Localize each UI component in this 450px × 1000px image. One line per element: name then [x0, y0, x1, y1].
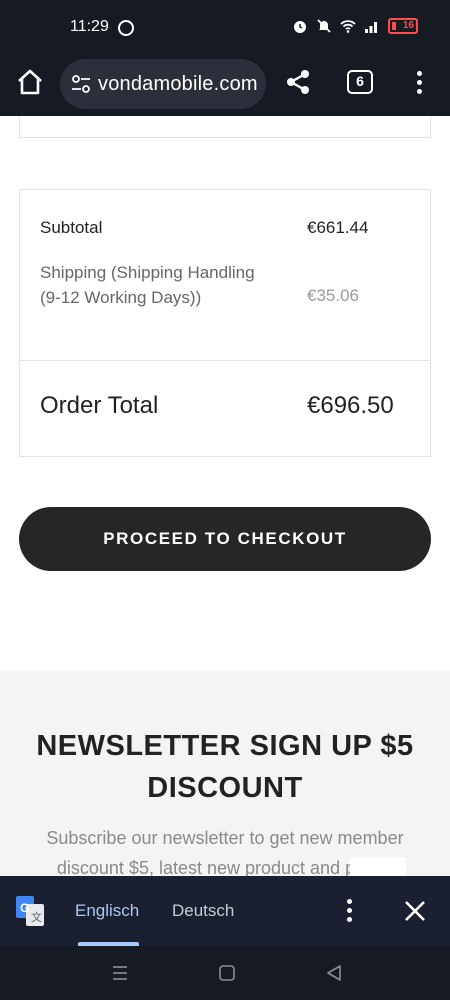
- proceed-to-checkout-button[interactable]: PROCEED TO CHECKOUT: [19, 507, 431, 571]
- status-bar: 11:29 16: [0, 0, 450, 56]
- home-icon[interactable]: [14, 66, 46, 98]
- translate-menu-icon[interactable]: [338, 898, 362, 924]
- more-menu-icon[interactable]: [408, 70, 432, 96]
- google-translate-icon: G 文: [16, 896, 44, 926]
- subtotal-value: €661.44: [307, 218, 369, 237]
- page-content: Subtotal €661.44 Shipping (Shipping Hand…: [0, 116, 450, 876]
- recent-apps-icon[interactable]: [110, 963, 130, 983]
- alarm-icon: [294, 21, 306, 33]
- back-icon[interactable]: [324, 963, 344, 983]
- battery-icon: 16: [388, 18, 418, 34]
- tab-lang-german[interactable]: Deutsch: [172, 901, 234, 921]
- url-text[interactable]: vondamobile.com: [98, 73, 258, 96]
- svg-text:文: 文: [31, 910, 42, 924]
- navigation-bar: [0, 946, 450, 1000]
- share-icon[interactable]: [284, 68, 312, 96]
- order-total-value: €696.50: [307, 392, 394, 419]
- previous-section-box: [19, 116, 431, 138]
- newsletter-section: NEWSLETTER SIGN UP $5 DISCOUNT Subscribe…: [0, 671, 450, 876]
- overlay-popup: [350, 857, 406, 876]
- home-nav-icon[interactable]: [217, 963, 237, 983]
- tab-switcher-button[interactable]: 6: [347, 70, 373, 94]
- wifi-icon: [340, 20, 356, 33]
- translate-bar: G 文 Englisch Deutsch: [0, 876, 450, 946]
- newsletter-title: NEWSLETTER SIGN UP $5 DISCOUNT: [36, 730, 414, 804]
- status-icons: 16: [292, 18, 418, 34]
- battery-level: 16: [402, 20, 414, 31]
- whatsapp-icon: [118, 20, 134, 36]
- status-time: 11:29: [70, 18, 109, 35]
- shipping-label: Shipping (Shipping Handling (9-12 Workin…: [40, 263, 255, 307]
- address-bar[interactable]: vondamobile.com: [60, 59, 266, 109]
- signal-icon: [365, 22, 377, 33]
- svg-text:G: G: [20, 901, 29, 915]
- shipping-value: €35.06: [307, 286, 359, 305]
- tab-lang-english[interactable]: Englisch: [75, 901, 139, 921]
- site-settings-icon[interactable]: [70, 73, 92, 95]
- browser-toolbar: vondamobile.com 6: [0, 56, 450, 116]
- subtotal-label: Subtotal: [40, 218, 103, 237]
- order-total-label: Order Total: [40, 392, 159, 419]
- divider: [20, 360, 430, 361]
- order-summary: Subtotal €661.44 Shipping (Shipping Hand…: [19, 189, 431, 457]
- close-icon[interactable]: [402, 898, 428, 924]
- mute-icon: [317, 19, 331, 33]
